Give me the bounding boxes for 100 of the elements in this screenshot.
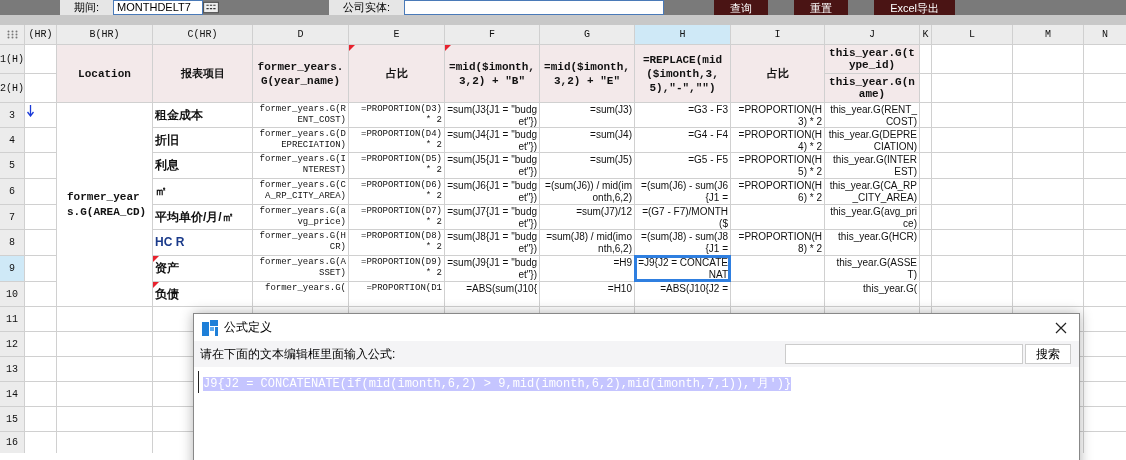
column-header[interactable]: J	[825, 25, 919, 44]
input-field[interactable]: MONTHDELT7	[113, 0, 204, 15]
table-cell: 租金成本	[153, 103, 252, 127]
row-header[interactable]: 6	[0, 179, 24, 204]
column-header[interactable]: N	[1084, 25, 1126, 44]
toolbar-button[interactable]: 重置	[794, 0, 849, 15]
down-arrow-icon	[27, 105, 34, 117]
column-header[interactable]: D	[253, 25, 348, 44]
prompt-text: 请在下面的文本编辑框里面输入公式:	[200, 345, 397, 363]
row-header[interactable]: 8	[0, 230, 24, 255]
row-header[interactable]: 9	[0, 256, 24, 281]
table-cell	[1013, 230, 1083, 255]
column-header[interactable]: I	[731, 25, 824, 44]
table-cell: 负债	[153, 282, 252, 306]
table-cell	[25, 179, 56, 204]
table-cell: =PROPORTION(H8) * 2	[731, 230, 824, 255]
table-cell: former_years.G(ASSET)	[253, 256, 348, 281]
table-cell: this_year.G(INTEREST)	[825, 153, 919, 178]
header-cell: 报表项目	[153, 45, 252, 102]
table-cell: =PROPORTION(D1	[349, 282, 444, 306]
row-header[interactable]: 10	[0, 282, 24, 306]
table-cell	[1084, 45, 1126, 73]
column-header[interactable]: (HR)	[25, 25, 56, 44]
grid-icon[interactable]	[6, 30, 18, 39]
column-header[interactable]: C(HR)	[153, 25, 252, 44]
toolbar-button[interactable]: 查询	[714, 0, 769, 15]
table-cell: former_years.G(AREA_CD)	[57, 103, 152, 306]
table-cell: =(sum(J8) - sum(J8{J1 =	[635, 230, 730, 255]
table-cell: =sum(J7{J1 = "budget"})	[445, 205, 539, 229]
table-cell: =ABS(sum(J10{	[445, 282, 539, 306]
table-cell: =ABS(J10{J2 =	[635, 282, 730, 306]
close-icon[interactable]	[1055, 321, 1067, 334]
column-header[interactable]: F	[445, 25, 539, 44]
column-header[interactable]: M	[1013, 25, 1083, 44]
table-cell: =(sum(J6)) / mid(imonth,6,2)	[540, 179, 634, 204]
toolbar-button[interactable]: Excel导出	[874, 0, 956, 15]
header-cell: former_years.G(year_name)	[253, 45, 348, 102]
search-field[interactable]	[785, 344, 1023, 364]
table-cell: 折旧	[153, 128, 252, 152]
column-header[interactable]: L	[932, 25, 1012, 44]
column-header[interactable]: G	[540, 25, 634, 44]
table-cell	[920, 128, 931, 152]
table-cell	[920, 230, 931, 255]
column-header[interactable]: B(HR)	[57, 25, 152, 44]
table-cell: =sum(J5{J1 = "budget"})	[445, 153, 539, 178]
table-cell: =sum(J8) / mid(imonth,6,2)	[540, 230, 634, 255]
table-cell: =sum(J9{J1 = "budget"})	[445, 256, 539, 281]
row-header[interactable]: 1(H)	[0, 45, 24, 73]
table-cell	[920, 74, 931, 102]
field-label: 期间:	[60, 0, 114, 15]
table-cell	[1013, 128, 1083, 152]
table-cell: 平均单价/月/㎡	[153, 205, 252, 229]
table-cell: ㎡	[153, 179, 252, 204]
row-header[interactable]: 2(H)	[0, 74, 24, 102]
row-header[interactable]: 11	[0, 307, 24, 331]
row-header[interactable]: 13	[0, 357, 24, 381]
column-header[interactable]: H	[635, 25, 730, 44]
table-cell	[1013, 74, 1083, 102]
input-field[interactable]	[404, 0, 665, 15]
table-cell	[1084, 256, 1126, 281]
table-cell: =sum(J6{J1 = "budget"})	[445, 179, 539, 204]
table-cell	[25, 45, 56, 73]
column-header[interactable]: K	[920, 25, 931, 44]
column-header[interactable]: E	[349, 25, 444, 44]
table-cell	[920, 205, 931, 229]
table-cell: this_year.G(CA_RP_CITY_AREA)	[825, 179, 919, 204]
table-cell: =PROPORTION(D6) * 2	[349, 179, 444, 204]
search-button[interactable]: 搜索	[1025, 344, 1071, 364]
header-cell: =REPLACE(mid($imonth,3,5),"-","")	[635, 45, 730, 102]
table-cell	[1084, 74, 1126, 102]
table-cell	[1084, 432, 1126, 453]
row-header[interactable]: 5	[0, 153, 24, 178]
table-cell	[1013, 153, 1083, 178]
row-header[interactable]: 14	[0, 382, 24, 406]
table-cell: =H10	[540, 282, 634, 306]
table-cell: =sum(J8{J1 = "budget"})	[445, 230, 539, 255]
table-cell: =PROPORTION(H6) * 2	[731, 179, 824, 204]
header-cell: =mid($imonth,3,2) + "E"	[540, 45, 634, 102]
row-header[interactable]: 12	[0, 332, 24, 356]
calendar-icon[interactable]	[203, 1, 220, 14]
table-cell: =PROPORTION(D5) * 2	[349, 153, 444, 178]
row-header[interactable]: 4	[0, 128, 24, 152]
row-header[interactable]: 7	[0, 205, 24, 229]
row-header[interactable]: 16	[0, 432, 24, 453]
table-cell: =PROPORTION(D7) * 2	[349, 205, 444, 229]
header-cell: =mid($imonth,3,2) + "B"	[445, 45, 539, 102]
table-cell	[25, 382, 56, 406]
header-cell: 占比	[349, 45, 444, 102]
table-cell	[1084, 205, 1126, 229]
row-header[interactable]: 3	[0, 103, 24, 127]
table-cell: =G5 - F5	[635, 153, 730, 178]
table-cell	[1084, 153, 1126, 178]
table-cell: former_years.G(INTEREST)	[253, 153, 348, 178]
table-cell	[1013, 103, 1083, 127]
table-cell	[1084, 357, 1126, 381]
table-cell: =sum(J4)	[540, 128, 634, 152]
table-cell	[920, 153, 931, 178]
row-header[interactable]: 15	[0, 407, 24, 431]
table-cell	[1084, 282, 1126, 306]
table-cell	[1013, 282, 1083, 306]
